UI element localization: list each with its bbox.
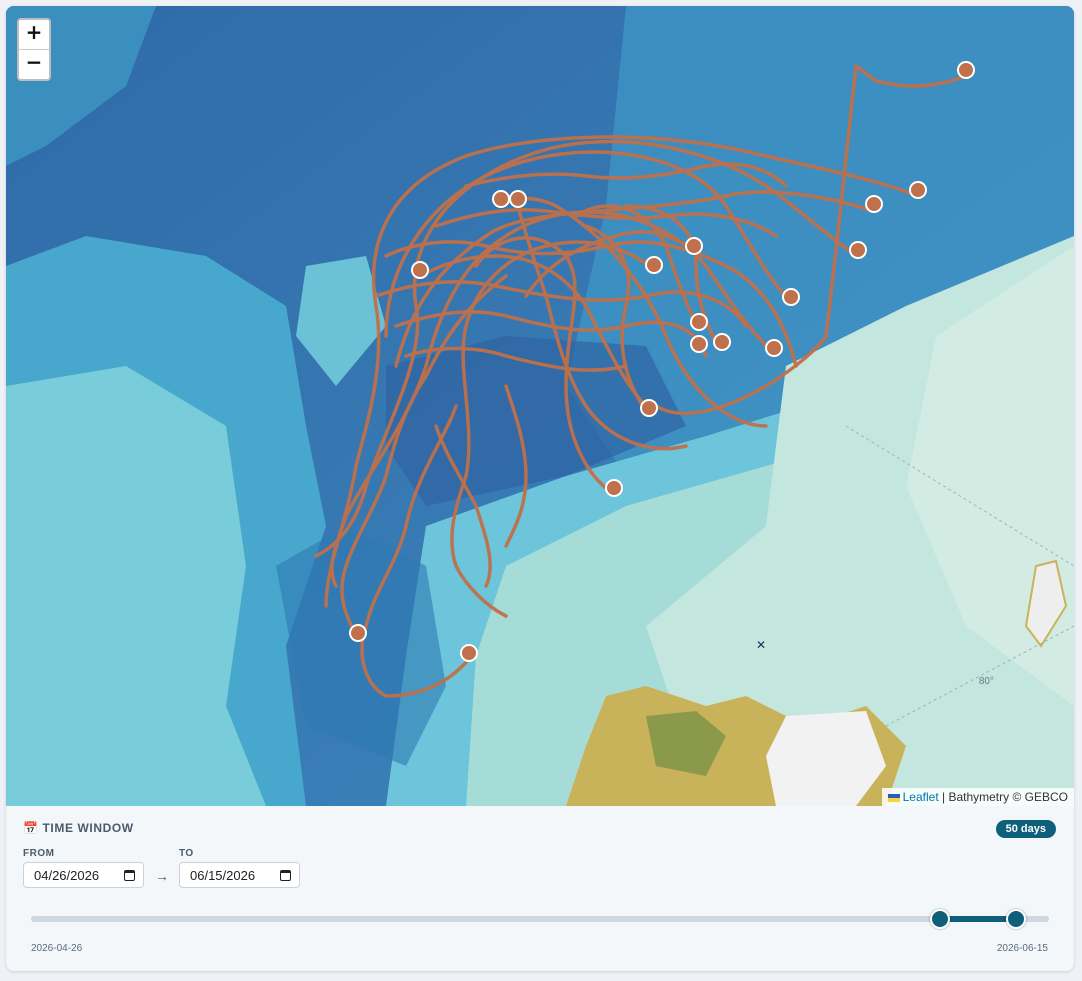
map-view[interactable]: ✕ + − 80° Leaflet | Bathymetry © GEBCO [6,6,1074,806]
zoom-in-button[interactable]: + [19,20,49,49]
app-frame: ✕ + − 80° Leaflet | Bathymetry © GEBCO 📅… [6,6,1074,971]
calendar-picker-icon[interactable] [280,870,291,881]
calendar-picker-icon[interactable] [124,870,135,881]
range-end-label: 2026-06-15 [996,943,1048,954]
time-window-panel: 📅 TIME WINDOW 50 days FROM 04/26/2026 → … [6,806,1074,971]
range-slider-start-handle[interactable] [930,909,950,929]
leaflet-link[interactable]: Leaflet [903,790,939,804]
svg-text:✕: ✕ [756,638,766,652]
from-date-input[interactable]: 04/26/2026 [23,862,144,888]
to-date-input[interactable]: 06/15/2026 [179,862,300,888]
bathymetry-basemap: ✕ [6,6,1074,806]
graticule-label: 80° [978,676,994,687]
range-arrow: → [155,868,169,884]
zoom-control: + − [17,18,51,81]
zoom-out-button[interactable]: − [19,49,49,79]
time-window-label: TIME WINDOW [42,821,134,835]
to-label: TO [179,848,194,859]
ukraine-flag-icon [887,793,900,802]
range-slider-track[interactable] [31,916,1049,922]
calendar-icon: 📅 [23,821,39,835]
time-window-title: 📅 TIME WINDOW [23,821,134,835]
from-date-value: 04/26/2026 [34,868,100,883]
attribution-text: | Bathymetry © GEBCO [942,790,1068,804]
days-badge: 50 days [995,820,1056,838]
range-slider-end-handle[interactable] [1006,909,1026,929]
from-label: FROM [23,848,55,859]
range-slider-fill [939,916,1015,922]
to-date-value: 06/15/2026 [190,868,256,883]
range-start-label: 2026-04-26 [31,943,83,954]
map-attribution: Leaflet | Bathymetry © GEBCO [881,788,1074,806]
